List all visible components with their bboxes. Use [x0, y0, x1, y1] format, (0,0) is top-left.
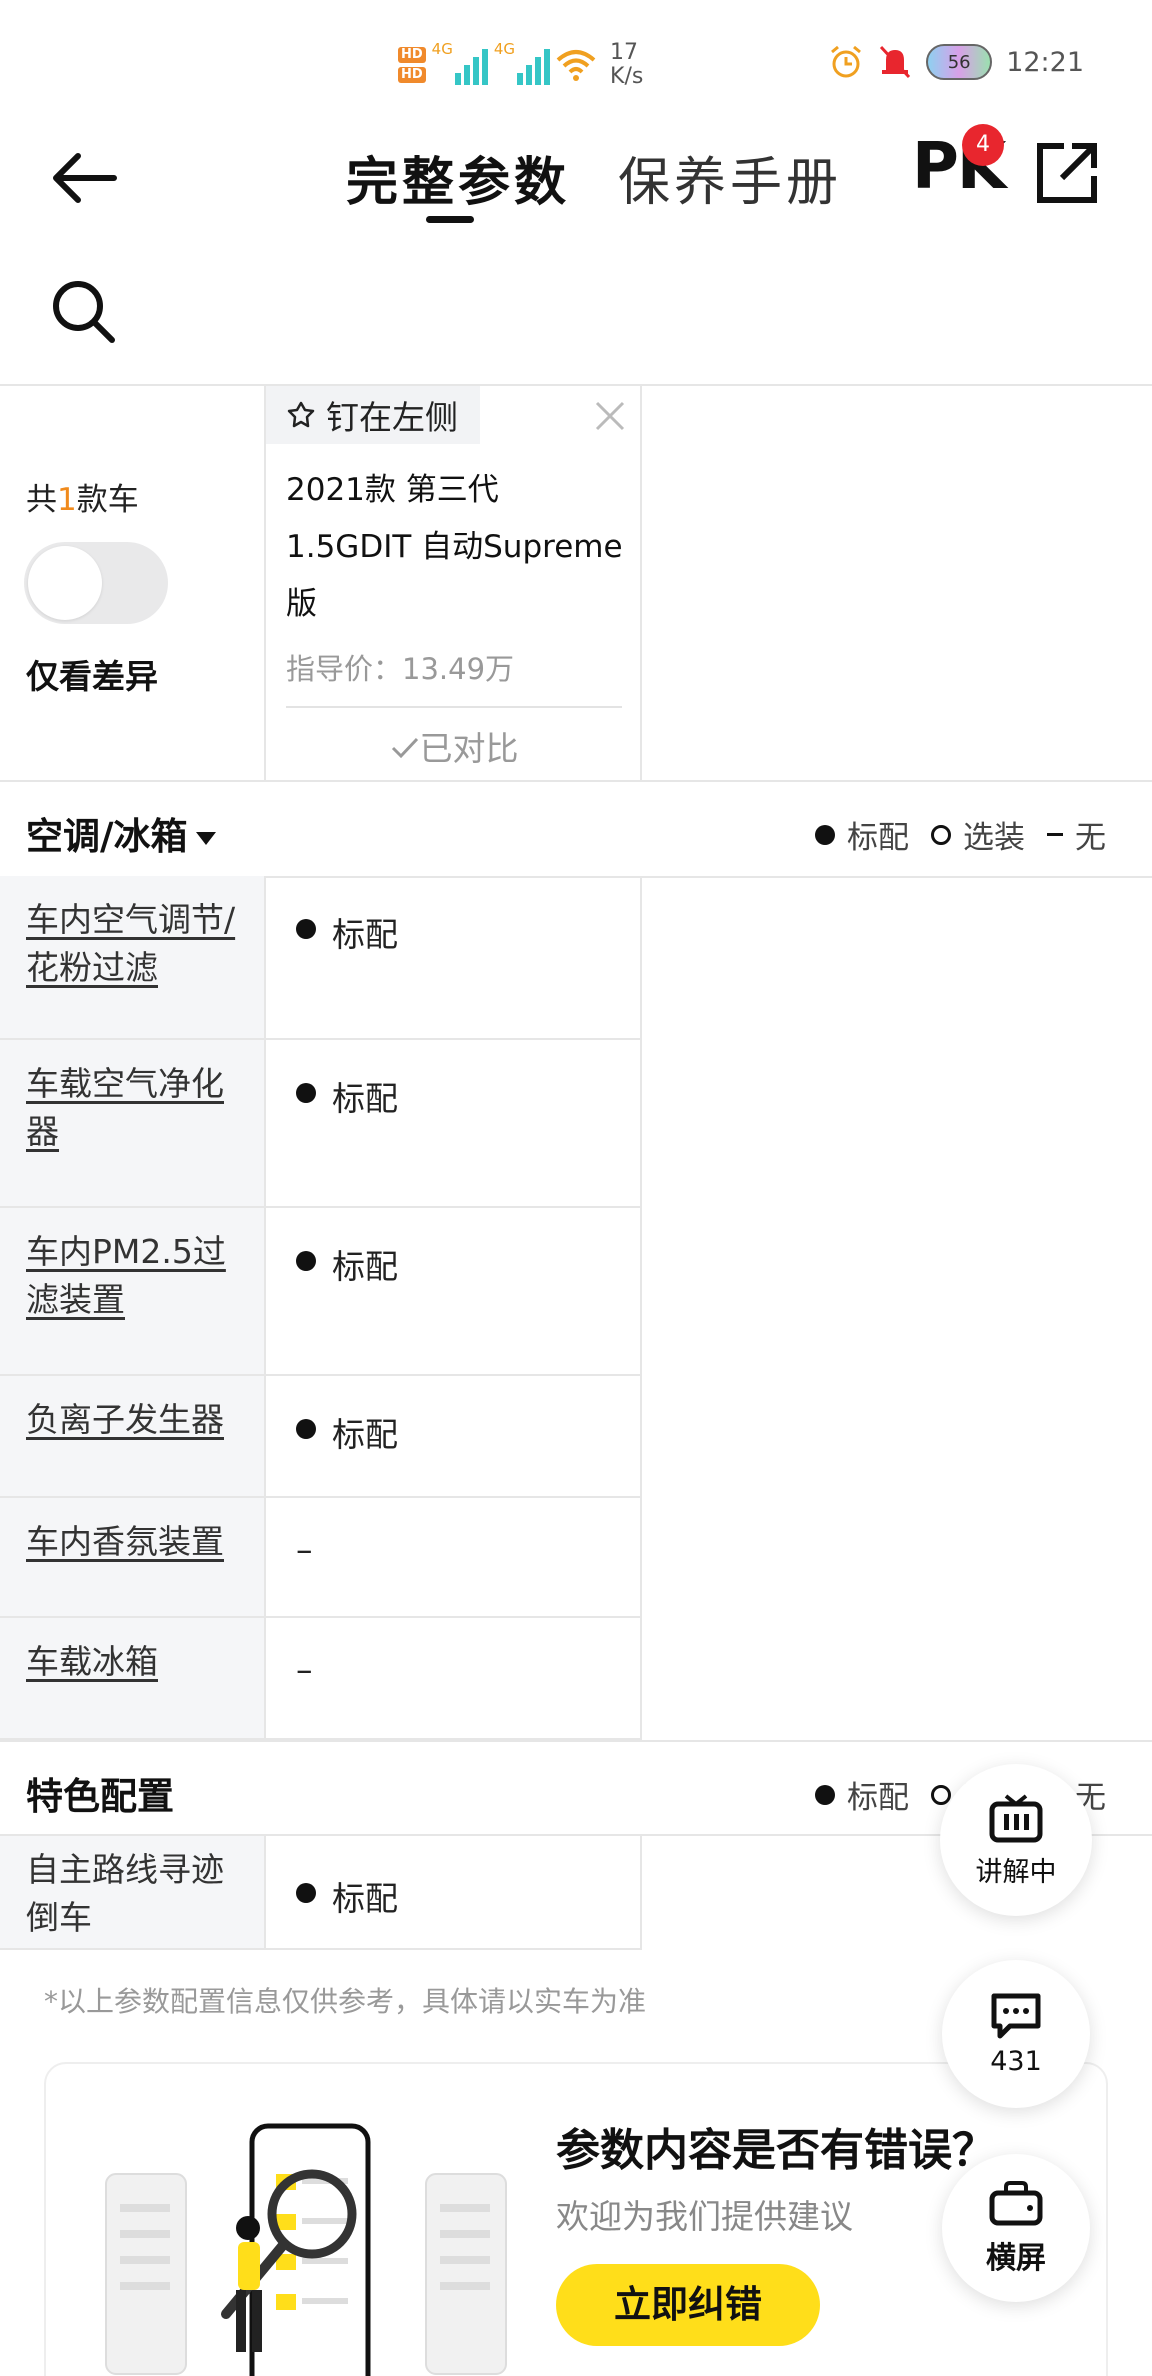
param-row: 车内空气调节/花粉过滤 标配	[0, 876, 642, 1040]
param-label[interactable]: 车载空气净化器	[0, 1040, 264, 1206]
param-value: –	[264, 1498, 642, 1616]
none-dash-icon	[1047, 833, 1063, 836]
param-label[interactable]: 车载冰箱	[0, 1618, 264, 1738]
network-type-2: 4G	[493, 40, 516, 58]
standard-dot-icon	[296, 1251, 316, 1271]
signal-bars-icon	[454, 45, 488, 85]
signal-indicators: HD HD 4G 4G 17 K/s	[398, 40, 643, 90]
disclaimer-text: *以上参数配置信息仅供参考，具体请以实车为准	[44, 1985, 647, 2018]
param-label: 自主路线寻迹倒车	[0, 1836, 264, 1948]
car-model-name[interactable]: 2021款 第三代 1.5GDIT 自动Supreme版	[286, 462, 632, 633]
optional-ring-icon	[931, 1784, 951, 1805]
optional-ring-icon	[931, 824, 951, 845]
param-label[interactable]: 负离子发生器	[0, 1376, 264, 1496]
comments-count: 431	[990, 2045, 1042, 2077]
tab-full-params[interactable]: 完整参数	[346, 140, 570, 215]
close-icon[interactable]	[594, 400, 626, 432]
compare-controls: 共1款车 仅看差异	[0, 386, 264, 780]
landscape-button[interactable]: 横屏	[942, 2154, 1090, 2302]
landscape-label: 横屏	[986, 2241, 1046, 2276]
section-title: 空调/冰箱	[26, 815, 188, 858]
clock: 12:21	[1006, 46, 1084, 78]
section-header-ac[interactable]: 空调/冰箱 标配 选装 无	[0, 782, 1152, 878]
tv-icon	[989, 1793, 1043, 1842]
param-value: 标配	[264, 1836, 642, 1948]
wifi-icon	[556, 50, 596, 81]
battery-indicator: 56	[926, 44, 993, 80]
back-arrow-icon[interactable]	[50, 150, 120, 206]
search-icon[interactable]	[50, 278, 116, 344]
signal-bars-2-icon	[517, 45, 551, 85]
param-row: 负离子发生器 标配	[0, 1376, 642, 1498]
compare-header: 共1款车 仅看差异 钉在左侧 2021款 第三代 1.5GDIT 自动Supre…	[0, 384, 1152, 782]
standard-dot-icon	[296, 1883, 316, 1903]
standard-dot-icon	[815, 1784, 835, 1805]
feedback-subtitle: 欢迎为我们提供建议	[556, 2197, 853, 2236]
phone-magnifier-illustration	[105, 2123, 507, 2376]
standard-dot-icon	[815, 824, 835, 845]
pin-icon	[287, 401, 315, 428]
param-value: 标配	[264, 1376, 642, 1496]
tab-maintenance-manual[interactable]: 保养手册	[618, 140, 842, 215]
car-card: 钉在左侧 2021款 第三代 1.5GDIT 自动Supreme版 指导价：13…	[264, 386, 642, 780]
share-icon[interactable]	[1036, 142, 1098, 204]
dropdown-caret-icon	[195, 832, 216, 845]
compared-status: 已对比	[266, 722, 642, 770]
active-tab-indicator	[426, 216, 474, 223]
live-explain-label: 讲解中	[975, 1856, 1057, 1888]
pk-count-badge: 4	[962, 124, 1004, 166]
car-count: 共1款车	[26, 482, 139, 518]
comments-button[interactable]: 431	[942, 1960, 1090, 2108]
legend: 标配 选装 无	[815, 812, 1106, 857]
check-icon	[391, 737, 418, 759]
live-explain-button[interactable]: 讲解中	[940, 1764, 1092, 1916]
diff-only-toggle[interactable]	[24, 542, 168, 624]
feedback-question: 参数内容是否有错误？	[556, 2125, 996, 2176]
param-row: 车载冰箱 –	[0, 1618, 642, 1740]
net-speed: 17 K/s	[610, 40, 644, 89]
param-value: 标配	[264, 1040, 642, 1206]
pin-left-button[interactable]: 钉在左侧	[266, 386, 480, 444]
param-value: 标配	[264, 876, 642, 1038]
status-bar: HD HD 4G 4G 17 K/s 56 12:21	[0, 0, 1152, 120]
param-row: 自主路线寻迹倒车 标配	[0, 1836, 642, 1950]
car-price: 指导价：13.49万	[286, 652, 515, 686]
rotate-screen-icon	[989, 2181, 1043, 2226]
param-value: 标配	[264, 1208, 642, 1374]
comment-icon	[991, 1993, 1041, 2038]
param-row: 车内PM2.5过滤装置 标配	[0, 1208, 642, 1376]
standard-dot-icon	[296, 1419, 316, 1439]
standard-dot-icon	[296, 1083, 316, 1103]
param-label[interactable]: 车内空气调节/花粉过滤	[0, 876, 264, 1038]
mute-bell-icon	[880, 45, 911, 79]
param-label[interactable]: 车内香氛装置	[0, 1498, 264, 1616]
toggle-knob	[28, 546, 102, 620]
standard-dot-icon	[296, 919, 316, 939]
hd-icon: HD HD	[398, 47, 426, 83]
diff-only-label: 仅看差异	[26, 657, 158, 696]
network-type-1: 4G	[431, 40, 453, 58]
param-row: 车内香氛装置 –	[0, 1498, 642, 1618]
param-value: –	[264, 1618, 642, 1738]
param-row: 车载空气净化器 标配	[0, 1040, 642, 1208]
param-label[interactable]: 车内PM2.5过滤装置	[0, 1208, 264, 1374]
section-title: 特色配置	[26, 1775, 174, 1818]
report-error-button[interactable]: 立即纠错	[556, 2264, 820, 2346]
divider	[286, 706, 622, 708]
top-nav: 完整参数 保养手册 PK 4	[0, 120, 1152, 230]
alarm-icon	[831, 45, 862, 78]
